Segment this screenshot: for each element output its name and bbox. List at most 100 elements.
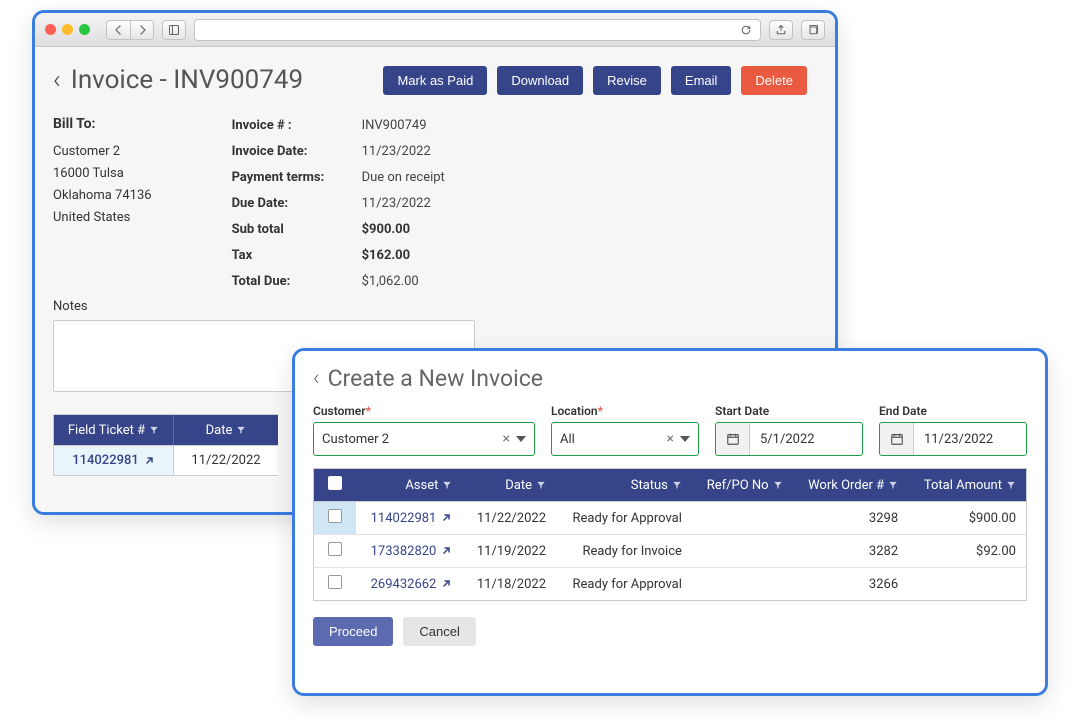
back-button[interactable]: ‹ [53,67,61,93]
chevron-down-icon [516,436,526,442]
col-total[interactable]: Total Amount [908,469,1026,502]
cell-status: Ready for Approval [556,568,692,601]
row-checkbox[interactable] [328,575,342,589]
col-work-order[interactable]: Work Order # [793,469,909,502]
cell-date: 11/19/2022 [462,535,556,568]
filter-icon [442,480,452,490]
cell-refpo [692,535,793,568]
payment-terms-label: Payment terms: [232,165,362,191]
nav-back-forward [106,20,154,40]
external-link-icon [143,455,155,467]
external-link-icon [440,545,452,557]
proceed-button[interactable]: Proceed [313,617,393,646]
download-button[interactable]: Download [497,66,583,95]
nav-back-button[interactable] [106,20,130,40]
filters-row: Customer* Customer 2 × Location* All × S… [313,404,1027,456]
cell-work-order: 3282 [793,535,909,568]
field-ticket-table: Field Ticket # Date 114022981 11/22/2022 [53,414,278,476]
table-row[interactable]: 269432662 11/18/2022Ready for Approval 32… [314,568,1027,601]
filter-icon [149,425,159,435]
filter-icon [536,480,546,490]
bill-to-block: Bill To: Customer 2 16000 Tulsa Oklahoma… [53,113,152,295]
customer-label: Customer [313,404,366,418]
cell-total: $92.00 [908,535,1026,568]
due-date-label: Due Date: [232,191,362,217]
ticket-link[interactable]: 114022981 [72,453,139,468]
col-refpo[interactable]: Ref/PO No [692,469,793,502]
cell-refpo [692,502,793,535]
create-invoice-title: Create a New Invoice [328,365,543,392]
location-label: Location [551,404,598,418]
cancel-button[interactable]: Cancel [403,617,475,646]
maximize-window-icon[interactable] [79,24,90,35]
browser-titlebar [35,13,835,47]
revise-button[interactable]: Revise [593,66,661,95]
external-link-icon [440,578,452,590]
bill-to-city: Oklahoma 74136 [53,185,152,207]
filter-icon [1006,480,1016,490]
bill-to-street: 16000 Tulsa [53,163,152,185]
col-select-all[interactable] [314,469,356,502]
clear-icon[interactable]: × [503,431,510,447]
col-field-ticket[interactable]: Field Ticket # [54,415,174,445]
due-date-value: 11/23/2022 [362,196,431,211]
cell-work-order: 3266 [793,568,909,601]
clear-icon[interactable]: × [667,431,674,447]
bill-to-name: Customer 2 [53,141,152,163]
customer-value: Customer 2 [322,432,503,447]
mark-as-paid-button[interactable]: Mark as Paid [383,66,487,95]
nav-forward-button[interactable] [130,20,154,40]
start-date-input[interactable]: 5/1/2022 [715,422,863,456]
cell-status: Ready for Invoice [556,535,692,568]
col-asset[interactable]: Asset [356,469,463,502]
cell-total [908,568,1026,601]
bill-to-label: Bill To: [53,113,152,137]
total-due-value: $1,062.00 [362,274,419,289]
invoice-no-label: Invoice # : [232,113,362,139]
end-date-label: End Date [879,404,1027,418]
delete-button[interactable]: Delete [741,66,807,95]
url-bar[interactable] [194,19,761,41]
cell-total: $900.00 [908,502,1026,535]
back-button[interactable]: ‹ [313,368,320,390]
table-row[interactable]: 114022981 11/22/2022 [54,445,278,475]
table-row[interactable]: 114022981 11/22/2022Ready for Approval32… [314,502,1027,535]
chevron-down-icon [680,436,690,442]
invoice-meta-block: Invoice # :INV900749 Invoice Date:11/23/… [232,113,445,295]
asset-link[interactable]: 114022981 [371,511,453,526]
col-status[interactable]: Status [556,469,692,502]
subtotal-label: Sub total [232,217,362,243]
notes-label: Notes [53,299,807,314]
email-button[interactable]: Email [671,66,732,95]
cell-date: 11/22/2022 [462,502,556,535]
invoice-date-label: Invoice Date: [232,139,362,165]
asset-link[interactable]: 173382820 [371,544,453,559]
cell-date: 11/18/2022 [462,568,556,601]
asset-link[interactable]: 269432662 [371,577,453,592]
filter-icon [773,480,783,490]
tabs-button[interactable] [801,20,825,40]
end-date-value: 11/23/2022 [914,423,1026,455]
calendar-icon [880,423,914,455]
start-date-label: Start Date [715,404,863,418]
subtotal-value: $900.00 [362,222,411,237]
filter-icon [888,480,898,490]
start-date-value: 5/1/2022 [750,423,862,455]
col-date[interactable]: Date [174,415,278,445]
col-date[interactable]: Date [462,469,556,502]
customer-select[interactable]: Customer 2 × [313,422,535,456]
close-window-icon[interactable] [45,24,56,35]
row-checkbox[interactable] [328,509,342,523]
share-button[interactable] [769,20,793,40]
minimize-window-icon[interactable] [62,24,73,35]
location-select[interactable]: All × [551,422,699,456]
end-date-input[interactable]: 11/23/2022 [879,422,1027,456]
ticket-date: 11/22/2022 [191,453,260,468]
row-checkbox[interactable] [328,542,342,556]
external-link-icon [440,512,452,524]
table-row[interactable]: 173382820 11/19/2022Ready for Invoice 328… [314,535,1027,568]
sidebar-toggle-button[interactable] [162,20,186,40]
page-title: Invoice - INV900749 [71,65,374,95]
refresh-icon [740,24,752,36]
location-value: All [560,432,667,447]
